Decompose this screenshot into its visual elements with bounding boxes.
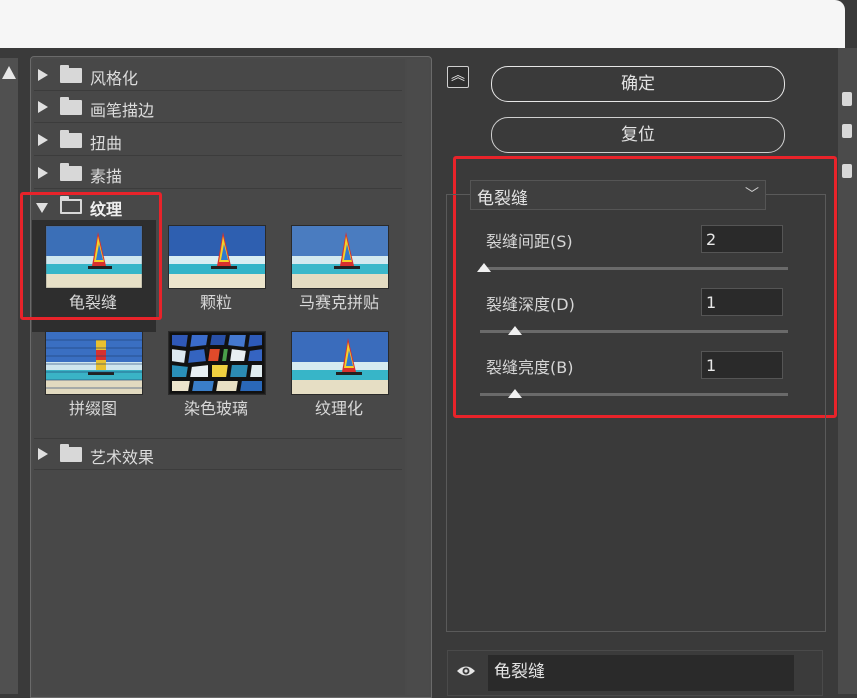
right-edge-panel [838,48,857,694]
thumb-label: 染色玻璃 [183,399,248,418]
thumbnail-image [169,226,265,288]
thumbnail-image [292,332,388,394]
thumb-label: 拼缀图 [68,399,117,418]
thumbnail-image [169,332,265,394]
crack-spacing-input[interactable]: 2 [701,225,783,253]
thumb-label: 纹理化 [314,399,363,418]
category-label: 风格化 [90,69,139,88]
expand-triangle-icon[interactable] [38,101,48,113]
chevron-double-up-icon: ︽ [451,68,465,84]
chevron-down-icon: ﹀ [745,187,759,203]
expand-triangle-icon[interactable] [38,167,48,179]
folder-icon [60,65,82,83]
expand-triangle-icon[interactable] [38,448,48,460]
category-stylize[interactable]: 风格化 [34,60,402,91]
category-label: 扭曲 [90,134,123,153]
crack-depth-slider-knob[interactable] [508,326,522,335]
collapse-thumbnails-button[interactable]: ︽ [447,66,469,88]
param-label-crack-spacing: 裂缝间距(S) [486,232,573,251]
left-scroll-strip[interactable] [0,58,18,694]
crack-brightness-slider-knob[interactable] [508,389,522,398]
thumb-stained-glass[interactable] [168,331,266,395]
thumb-label: 马赛克拼贴 [298,293,379,312]
effect-layer-name: 龟裂缝 [488,655,794,691]
eye-icon[interactable] [456,663,476,683]
category-label: 画笔描边 [90,101,155,120]
folder-icon [60,163,82,181]
thumb-mosaic-tiles[interactable] [291,225,389,289]
ok-button[interactable]: 确定 [491,66,785,102]
param-label-crack-brightness: 裂缝亮度(B) [486,358,574,377]
crack-spacing-slider-knob[interactable] [477,263,491,272]
crack-spacing-slider-track[interactable] [480,267,788,270]
category-label: 艺术效果 [90,448,155,467]
thumb-patchwork[interactable] [45,331,143,395]
folder-icon [60,130,82,148]
crack-brightness-slider-track[interactable] [480,393,788,396]
top-bar-edge [845,0,857,48]
expand-triangle-icon[interactable] [38,134,48,146]
crack-depth-slider-track[interactable] [480,330,788,333]
top-bar [0,0,845,48]
param-label-crack-depth: 裂缝深度(D) [486,295,575,314]
edge-marker [842,124,852,138]
scroll-up-arrow-icon[interactable] [2,66,16,79]
category-label: 素描 [90,167,123,186]
folder-icon [60,97,82,115]
category-distort[interactable]: 扭曲 [34,125,402,156]
thumb-texturizer[interactable] [291,331,389,395]
edge-marker [842,92,852,106]
thumb-label: 颗粒 [199,293,232,312]
crack-brightness-input[interactable]: 1 [701,351,783,379]
thumb-grain[interactable] [168,225,266,289]
filter-list-scrollbar[interactable] [407,59,429,695]
filter-select[interactable]: 龟裂缝 ﹀ [470,180,766,210]
filter-settings-panel [446,194,826,632]
effect-layer-row[interactable]: 龟裂缝 [447,650,823,696]
crack-depth-input[interactable]: 1 [701,288,783,316]
category-brush-strokes[interactable]: 画笔描边 [34,92,402,123]
highlight-box-filter [20,192,162,320]
filter-select-value: 龟裂缝 [477,189,528,209]
category-artistic[interactable]: 艺术效果 [34,438,402,470]
folder-icon [60,444,82,462]
thumbnail-image [46,332,142,394]
expand-triangle-icon[interactable] [38,69,48,81]
reset-button[interactable]: 复位 [491,117,785,153]
category-sketch[interactable]: 素描 [34,158,402,189]
edge-marker [842,164,852,178]
thumbnail-image [292,226,388,288]
